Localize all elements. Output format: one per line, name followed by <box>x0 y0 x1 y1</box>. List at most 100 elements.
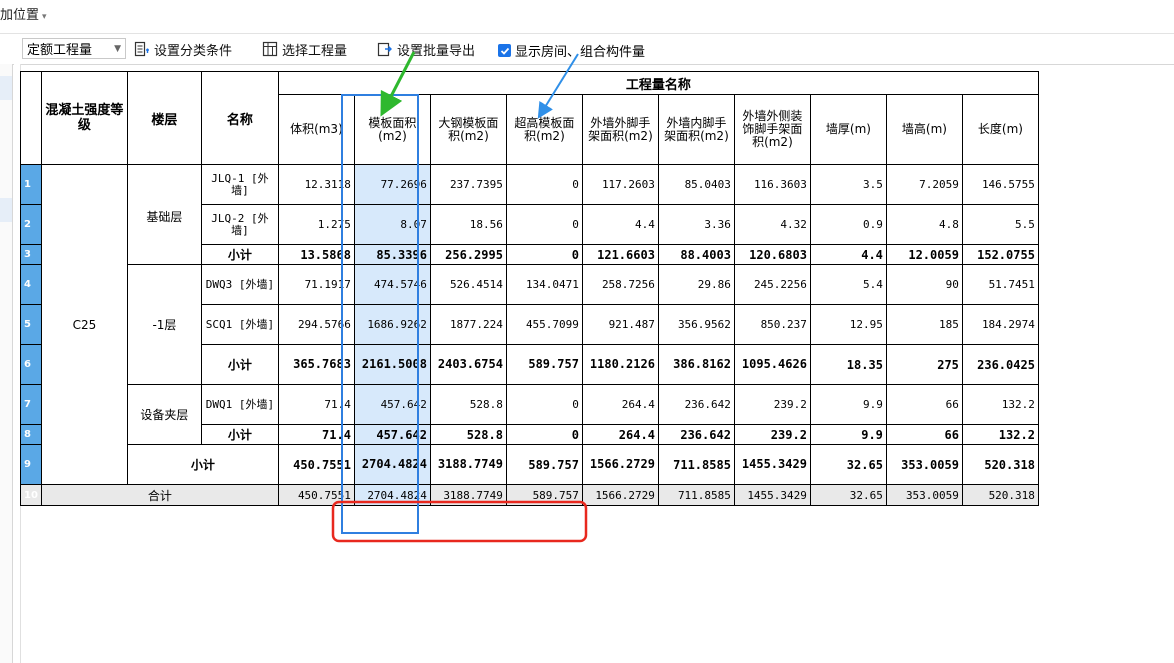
table-cell[interactable]: 66 <box>885 384 963 425</box>
table-cell[interactable]: 1877.224 <box>429 304 507 345</box>
col-header-large-steel-formwork[interactable]: 大钢模板面积(m2) <box>429 94 507 165</box>
table-cell[interactable]: 264.4 <box>581 424 659 445</box>
table-cell[interactable]: 71.1917 <box>277 264 355 305</box>
table-row[interactable]: 4 -1层 DWQ3 [外墙] 71.1917 474.5746 526.451… <box>20 264 1039 385</box>
total-label[interactable]: 合计 <box>40 484 279 506</box>
table-cell[interactable]: 4.32 <box>733 204 811 245</box>
table-cell[interactable]: 4.4 <box>581 204 659 245</box>
row-number[interactable]: 4 <box>20 264 42 305</box>
table-cell[interactable]: 1455.3429 <box>733 444 811 485</box>
table-cell[interactable]: 450.7551 <box>277 444 355 485</box>
batch-export-button[interactable]: 设置批量导出 <box>377 40 475 59</box>
table-cell[interactable]: 121.6603 <box>581 244 659 265</box>
floor-cell[interactable]: -1层 <box>126 264 202 385</box>
table-cell[interactable]: 8.07 <box>353 204 431 245</box>
table-cell[interactable]: 185 <box>885 304 963 345</box>
table-cell[interactable]: 77.2696 <box>353 164 431 205</box>
col-header-floor[interactable]: 楼层 <box>126 71 202 165</box>
table-cell[interactable]: 5.5 <box>961 204 1039 245</box>
quota-quantity-select[interactable]: 定额工程量 ▼ <box>22 38 126 59</box>
table-cell[interactable]: 90 <box>885 264 963 305</box>
subtotal-label[interactable]: 小计 <box>126 444 279 485</box>
table-cell[interactable]: 711.8585 <box>657 444 735 485</box>
table-cell[interactable]: 88.4003 <box>657 244 735 265</box>
name-cell[interactable]: SCQ1 [外墙] <box>200 304 279 345</box>
col-header-length[interactable]: 长度(m) <box>961 94 1039 165</box>
table-cell[interactable]: 13.5868 <box>277 244 355 265</box>
name-cell[interactable]: JLQ-1 [外墙] <box>200 164 279 205</box>
row-number[interactable]: 2 <box>20 204 42 245</box>
table-cell[interactable]: 589.757 <box>505 444 583 485</box>
table-cell[interactable]: 152.0755 <box>961 244 1039 265</box>
set-category-conditions-button[interactable]: 设置分类条件 <box>134 40 232 59</box>
table-cell[interactable]: 5.4 <box>809 264 887 305</box>
table-cell[interactable]: 66 <box>885 424 963 445</box>
col-header-outer-scaffold[interactable]: 外墙外脚手架面积(m2) <box>581 94 659 165</box>
table-cell[interactable]: 18.35 <box>809 344 887 385</box>
table-cell[interactable]: 1.275 <box>277 204 355 245</box>
table-cell[interactable]: 71.4 <box>277 424 355 445</box>
table-cell[interactable]: 4.4 <box>809 244 887 265</box>
table-cell[interactable]: 18.56 <box>429 204 507 245</box>
table-cell[interactable]: 32.65 <box>809 484 887 506</box>
table-cell[interactable]: 12.0059 <box>885 244 963 265</box>
col-header-inner-scaffold[interactable]: 外墙内脚手架面积(m2) <box>657 94 735 165</box>
table-cell[interactable]: 4.8 <box>885 204 963 245</box>
col-header-wall-height[interactable]: 墙高(m) <box>885 94 963 165</box>
table-cell[interactable]: 236.642 <box>657 384 735 425</box>
col-header-wall-thickness[interactable]: 墙厚(m) <box>809 94 887 165</box>
table-cell[interactable]: 353.0059 <box>885 444 963 485</box>
col-header-grade[interactable]: 混凝土强度等级 <box>40 71 128 165</box>
table-cell[interactable]: 275 <box>885 344 963 385</box>
table-cell[interactable]: 3188.7749 <box>429 444 507 485</box>
table-cell[interactable]: 239.2 <box>733 384 811 425</box>
table-cell[interactable]: 1180.2126 <box>581 344 659 385</box>
col-header-formwork-area[interactable]: 模板面积(m2) <box>353 94 431 165</box>
table-cell[interactable]: 264.4 <box>581 384 659 425</box>
table-cell[interactable]: 365.7683 <box>277 344 355 385</box>
table-cell[interactable]: 29.86 <box>657 264 735 305</box>
subtotal-label[interactable]: 小计 <box>200 244 279 265</box>
table-cell[interactable]: 353.0059 <box>885 484 963 506</box>
total-row[interactable]: 10 合计 450.7551 2704.4824 3188.7749 589.7… <box>20 484 1039 506</box>
grade-cell[interactable]: C25 <box>40 164 128 485</box>
table-cell[interactable]: 237.7395 <box>429 164 507 205</box>
table-cell[interactable]: 1095.4626 <box>733 344 811 385</box>
table-cell[interactable]: 3188.7749 <box>429 484 507 506</box>
table-cell[interactable]: 589.757 <box>505 344 583 385</box>
table-row[interactable]: 1 C25 基础层 JLQ-1 [外墙] 12.3118 77.2696 237… <box>20 164 1039 485</box>
subtotal-row[interactable]: 9 小计 450.7551 2704.4824 3188.7749 589.75… <box>20 444 1039 485</box>
table-cell[interactable]: 0 <box>505 164 583 205</box>
table-cell[interactable]: 85.0403 <box>657 164 735 205</box>
table-cell[interactable]: 589.757 <box>505 484 583 506</box>
table-cell[interactable]: 245.2256 <box>733 264 811 305</box>
table-cell[interactable]: 32.65 <box>809 444 887 485</box>
table-cell[interactable]: 12.95 <box>809 304 887 345</box>
table-cell[interactable]: 528.8 <box>429 424 507 445</box>
table-cell[interactable]: 146.5755 <box>961 164 1039 205</box>
table-cell[interactable]: 455.7099 <box>505 304 583 345</box>
table-cell[interactable]: 528.8 <box>429 384 507 425</box>
col-header-name[interactable]: 名称 <box>200 71 279 165</box>
table-cell[interactable]: 51.7451 <box>961 264 1039 305</box>
table-cell[interactable]: 3.36 <box>657 204 735 245</box>
table-cell[interactable]: 2704.4824 <box>353 484 431 506</box>
table-cell[interactable]: 0 <box>505 204 583 245</box>
table-cell[interactable]: 9.9 <box>809 384 887 425</box>
col-header-deco-scaffold[interactable]: 外墙外侧装饰脚手架面积(m2) <box>733 94 811 165</box>
table-cell[interactable]: 1566.2729 <box>581 444 659 485</box>
row-number[interactable]: 10 <box>20 484 42 506</box>
position-menu[interactable]: 加位置 ▾ <box>0 4 47 23</box>
table-cell[interactable]: 256.2995 <box>429 244 507 265</box>
table-cell[interactable]: 0 <box>505 424 583 445</box>
table-cell[interactable]: 294.5766 <box>277 304 355 345</box>
table-cell[interactable]: 120.6803 <box>733 244 811 265</box>
table-cell[interactable]: 132.2 <box>961 384 1039 425</box>
table-cell[interactable]: 921.487 <box>581 304 659 345</box>
subtotal-label[interactable]: 小计 <box>200 344 279 385</box>
row-number[interactable]: 9 <box>20 444 42 485</box>
table-cell[interactable]: 236.0425 <box>961 344 1039 385</box>
table-cell[interactable]: 0.9 <box>809 204 887 245</box>
col-header-high-formwork[interactable]: 超高模板面积(m2) <box>505 94 583 165</box>
table-cell[interactable]: 12.3118 <box>277 164 355 205</box>
